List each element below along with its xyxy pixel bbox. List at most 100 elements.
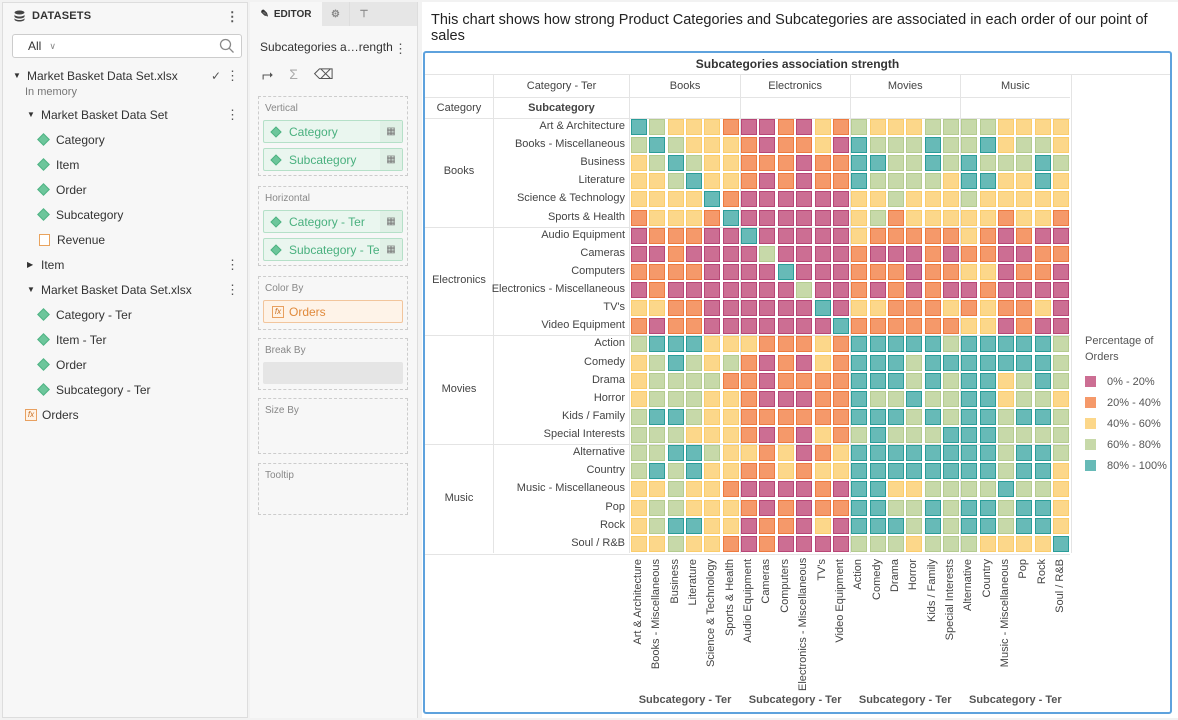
heatmap-cell[interactable]: [832, 372, 849, 389]
heatmap-cell[interactable]: [998, 535, 1014, 552]
heatmap-cell[interactable]: [1034, 155, 1051, 172]
heatmap-cell[interactable]: [704, 119, 721, 135]
heatmap-cell[interactable]: [961, 155, 978, 172]
heatmap-cell[interactable]: [942, 191, 959, 208]
heatmap-cell[interactable]: [869, 336, 886, 353]
heatmap-cell[interactable]: [1034, 300, 1051, 317]
heatmap-cell[interactable]: [851, 427, 868, 444]
heatmap-cell[interactable]: [998, 245, 1014, 262]
heatmap-cell[interactable]: [924, 408, 941, 425]
heatmap-cell[interactable]: [631, 282, 647, 299]
heatmap-cell[interactable]: [777, 517, 794, 534]
heatmap-cell[interactable]: [851, 535, 868, 552]
heatmap-cell[interactable]: [649, 191, 666, 208]
heatmap-cell[interactable]: [741, 408, 758, 425]
heatmap-cell[interactable]: [906, 318, 923, 335]
heatmap-cell[interactable]: [832, 535, 849, 552]
heatmap-cell[interactable]: [832, 263, 849, 280]
heatmap-cell[interactable]: [722, 155, 739, 172]
grid-icon[interactable]: ▦: [380, 121, 402, 142]
heatmap-cell[interactable]: [759, 227, 776, 244]
heatmap-cell[interactable]: [961, 499, 978, 516]
heatmap-cell[interactable]: [686, 427, 703, 444]
heatmap-cell[interactable]: [777, 137, 794, 154]
heatmap-cell[interactable]: [686, 119, 703, 135]
heatmap-cell[interactable]: [667, 354, 684, 371]
size-by-zone[interactable]: Size By: [258, 398, 408, 454]
heatmap-cell[interactable]: [906, 427, 923, 444]
heatmap-cell[interactable]: [869, 300, 886, 317]
heatmap-cell[interactable]: [1034, 354, 1051, 371]
heatmap-cell[interactable]: [1016, 209, 1033, 226]
heatmap-cell[interactable]: [814, 300, 831, 317]
caret-down-icon[interactable]: ▼: [13, 71, 23, 80]
heatmap-cell[interactable]: [924, 137, 941, 154]
heatmap-cell[interactable]: [777, 427, 794, 444]
heatmap-cell[interactable]: [942, 155, 959, 172]
heatmap-cell[interactable]: [1053, 191, 1070, 208]
heatmap-cell[interactable]: [979, 227, 996, 244]
heatmap-cell[interactable]: [1034, 427, 1051, 444]
tab-filter[interactable]: ⊤: [350, 2, 378, 26]
heatmap-cell[interactable]: [924, 354, 941, 371]
heatmap-cell[interactable]: [704, 137, 721, 154]
heatmap-cell[interactable]: [832, 191, 849, 208]
heatmap-cell[interactable]: [832, 119, 849, 135]
heatmap-cell[interactable]: [667, 119, 684, 135]
heatmap-cell[interactable]: [906, 463, 923, 480]
heatmap-cell[interactable]: [814, 354, 831, 371]
heatmap-cell[interactable]: [924, 517, 941, 534]
heatmap-cell[interactable]: [961, 354, 978, 371]
heatmap-cell[interactable]: [667, 463, 684, 480]
heatmap-cell[interactable]: [686, 318, 703, 335]
heatmap-cell[interactable]: [887, 282, 904, 299]
heatmap-cell[interactable]: [1034, 227, 1051, 244]
chevron-down-icon[interactable]: ∨: [49, 41, 56, 52]
heatmap-cell[interactable]: [961, 191, 978, 208]
heatmap-cell[interactable]: [1034, 499, 1051, 516]
vertical-pill-subcategory[interactable]: Subcategory ▦: [263, 148, 403, 171]
heatmap-cell[interactable]: [1016, 137, 1033, 154]
swap-axes-icon[interactable]: ⮣: [262, 66, 273, 83]
heatmap-cell[interactable]: [704, 372, 721, 389]
heatmap-cell[interactable]: [759, 354, 776, 371]
heatmap-cell[interactable]: [869, 463, 886, 480]
heatmap-cell[interactable]: [722, 517, 739, 534]
heatmap-cell[interactable]: [777, 300, 794, 317]
heatmap-cell[interactable]: [887, 263, 904, 280]
heatmap-cell[interactable]: [686, 372, 703, 389]
heatmap-cell[interactable]: [631, 535, 647, 552]
heatmap-cell[interactable]: [1016, 372, 1033, 389]
heatmap-cell[interactable]: [649, 427, 666, 444]
heatmap-cell[interactable]: [1053, 173, 1070, 190]
heatmap-cell[interactable]: [998, 463, 1014, 480]
heatmap-cell[interactable]: [1034, 209, 1051, 226]
heatmap-cell[interactable]: [631, 209, 647, 226]
heatmap-cell[interactable]: [998, 481, 1014, 498]
heatmap-cell[interactable]: [851, 245, 868, 262]
heatmap-cell[interactable]: [759, 445, 776, 462]
heatmap-cell[interactable]: [741, 499, 758, 516]
heatmap-cell[interactable]: [887, 390, 904, 407]
heatmap-cell[interactable]: [832, 155, 849, 172]
heatmap-cell[interactable]: [759, 372, 776, 389]
search-icon[interactable]: [219, 38, 235, 54]
heatmap-cell[interactable]: [851, 372, 868, 389]
heatmap-cell[interactable]: [796, 119, 813, 135]
heatmap-cell[interactable]: [796, 209, 813, 226]
heatmap-cell[interactable]: [906, 408, 923, 425]
heatmap-cell[interactable]: [961, 300, 978, 317]
heatmap-cell[interactable]: [722, 282, 739, 299]
heatmap-cell[interactable]: [998, 318, 1014, 335]
heatmap-cell[interactable]: [759, 263, 776, 280]
heatmap-cell[interactable]: [1053, 155, 1070, 172]
heatmap-cell[interactable]: [979, 390, 996, 407]
heatmap-cell[interactable]: [741, 336, 758, 353]
heatmap-cell[interactable]: [649, 372, 666, 389]
heatmap-cell[interactable]: [814, 227, 831, 244]
heatmap-cell[interactable]: [631, 191, 647, 208]
heatmap-cell[interactable]: [1053, 336, 1070, 353]
heatmap-cell[interactable]: [979, 318, 996, 335]
heatmap-cell[interactable]: [832, 463, 849, 480]
heatmap-cell[interactable]: [796, 535, 813, 552]
